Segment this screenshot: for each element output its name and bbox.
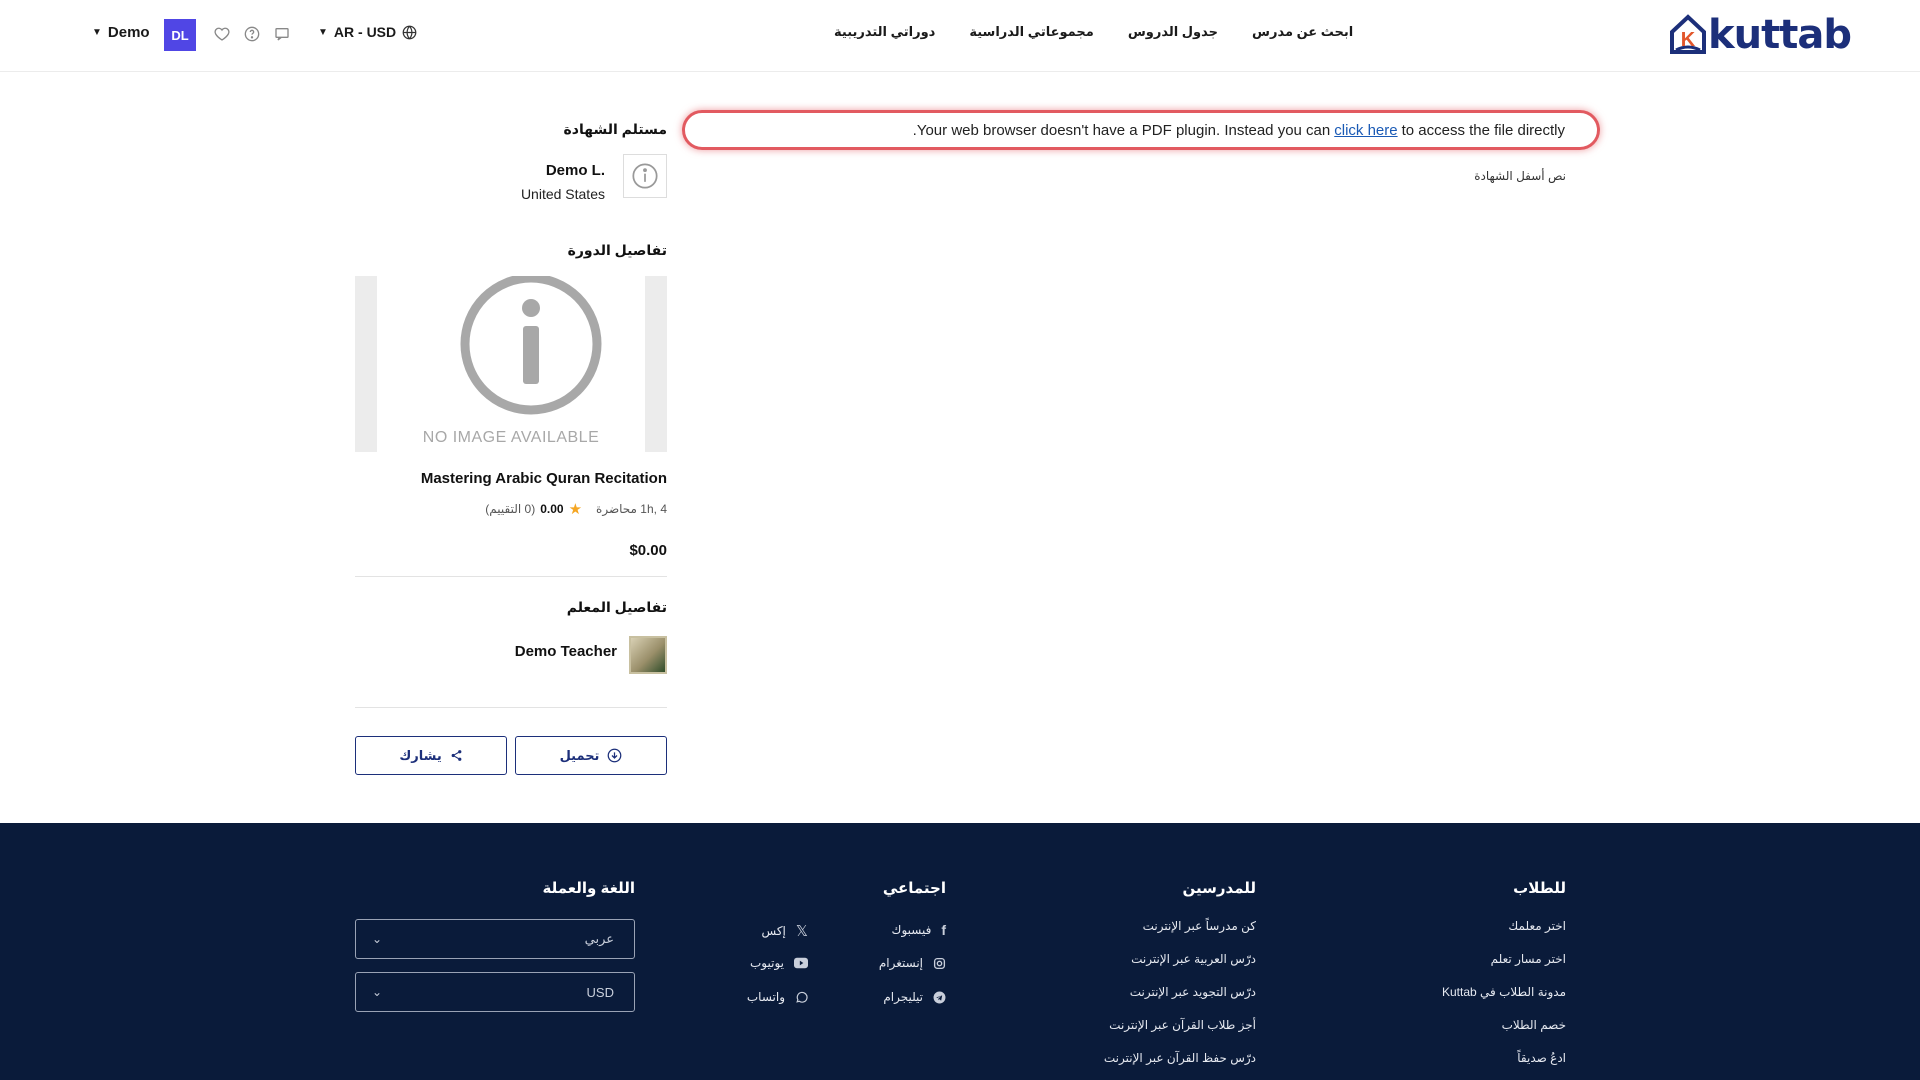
notice-text-after: to access the file directly <box>1401 121 1565 139</box>
footer-teachers-title: للمدرسين <box>1182 880 1256 897</box>
help-icon[interactable] <box>242 24 262 44</box>
nav-study-groups[interactable]: مجموعاتي الدراسية <box>969 24 1093 40</box>
footer-students-column: للطلاب اختر معلمك اختر مسار تعلم مدونة ا… <box>1266 823 1566 1080</box>
teacher-name[interactable]: Demo Teacher <box>515 643 617 660</box>
notice-text-before: .Your web browser doesn't have a PDF plu… <box>912 121 1331 139</box>
download-button[interactable]: تحميل <box>515 736 667 775</box>
logo-mark-icon: K <box>1670 14 1706 54</box>
pdf-plugin-notice: .Your web browser doesn't have a PDF plu… <box>682 110 1600 150</box>
course-title[interactable]: Mastering Arabic Quran Recitation <box>421 470 667 487</box>
footer-language-title: اللغة والعملة <box>542 880 635 897</box>
x-icon: 𝕏 <box>795 923 808 940</box>
telegram-icon <box>933 991 946 1003</box>
svg-text:K: K <box>1681 29 1696 51</box>
footer-link[interactable]: درّس العربية عبر الإنترنت <box>1104 952 1256 966</box>
social-instagram[interactable]: إنستغرام <box>879 956 946 970</box>
site-footer: للطلاب اختر معلمك اختر مسار تعلم مدونة ا… <box>0 823 1920 1080</box>
logo-text: kuttab <box>1708 12 1852 58</box>
course-section-title: تفاصيل الدورة <box>567 242 667 258</box>
click-here-link[interactable]: click here <box>1334 122 1397 139</box>
share-icon <box>451 750 462 761</box>
language-value: عربي <box>584 931 614 946</box>
social-telegram[interactable]: تيليجرام <box>883 990 946 1004</box>
recipient-section-title: مستلم الشهادة <box>563 121 667 137</box>
youtube-icon <box>794 957 808 969</box>
no-image-label: NO IMAGE AVAILABLE <box>422 429 600 446</box>
footer-teachers-links: كن مدرساً عبر الإنترنت درّس العربية عبر … <box>1104 919 1256 1080</box>
social-youtube[interactable]: يوتيوب <box>750 956 808 970</box>
user-name: Demo <box>107 24 150 41</box>
footer-link[interactable]: درّس حفظ القرآن عبر الإنترنت <box>1104 1051 1256 1065</box>
footer-link[interactable]: مدونة الطلاب في Kuttab <box>1442 985 1566 999</box>
recipient-name: Demo L. <box>545 162 605 179</box>
download-label: تحميل <box>559 747 600 763</box>
chevron-down-icon: ▼ <box>92 27 102 38</box>
heart-icon[interactable] <box>212 24 232 44</box>
teacher-avatar <box>629 636 667 674</box>
chevron-down-icon: ⌄ <box>372 932 383 946</box>
footer-students-links: اختر معلمك اختر مسار تعلم مدونة الطلاب ف… <box>1442 919 1566 1080</box>
star-icon: ★ <box>568 501 583 518</box>
chevron-down-icon: ▼ <box>318 26 328 38</box>
main-nav: ابحث عن مدرس جدول الدروس مجموعاتي الدراس… <box>834 24 1353 40</box>
recipient-avatar <box>623 154 667 198</box>
whatsapp-icon <box>796 991 808 1003</box>
footer-link[interactable]: اختر مسار تعلم <box>1442 952 1566 966</box>
language-select[interactable]: ⌄ عربي <box>355 919 635 959</box>
message-icon[interactable] <box>272 24 292 44</box>
rating-count: (0 التقييم) <box>485 502 536 516</box>
social-facebook[interactable]: f فيسبوك <box>892 922 946 938</box>
social-whatsapp[interactable]: واتساب <box>747 990 808 1004</box>
recipient-country: United States <box>520 186 605 202</box>
share-label: يشارك <box>399 747 442 763</box>
share-button[interactable]: يشارك <box>355 736 507 775</box>
nav-lesson-schedule[interactable]: جدول الدروس <box>1128 24 1218 40</box>
course-meta: 1h, 4 محاضرة ★ 0.00 (0 التقييم) <box>485 500 667 518</box>
instagram-icon <box>933 957 946 969</box>
footer-link[interactable]: خصم الطلاب <box>1442 1018 1566 1032</box>
divider <box>355 576 667 577</box>
footer-link[interactable]: درّس التجويد عبر الإنترنت <box>1104 985 1256 999</box>
certificate-footer-text: نص أسفل الشهادة <box>1474 169 1566 183</box>
course-price: $0.00 <box>629 542 667 559</box>
footer-social-column: اجتماعي f فيسبوك 𝕏 إكس إنستغرام يوتيوب ت… <box>700 823 946 1080</box>
footer-link[interactable]: اختر معلمك <box>1442 919 1566 933</box>
teacher-section-title: تفاصيل المعلم <box>566 599 667 615</box>
certificate-sidebar: مستلم الشهادة Demo L. United States تفاص… <box>355 0 667 800</box>
footer-social-title: اجتماعي <box>882 880 946 897</box>
nav-find-teacher[interactable]: ابحث عن مدرس <box>1252 24 1353 40</box>
user-menu[interactable]: ▼ Demo <box>92 24 150 41</box>
divider <box>355 707 667 708</box>
info-icon <box>460 276 602 415</box>
course-duration: 1h, 4 محاضرة <box>596 502 667 516</box>
rating-value: 0.00 <box>540 502 564 516</box>
social-x[interactable]: 𝕏 إكس <box>762 922 808 940</box>
download-cloud-icon <box>608 748 622 763</box>
facebook-icon: f <box>941 922 946 938</box>
currency-value: USD <box>586 984 614 1000</box>
site-header: ▼ Demo DL ▼ AR - USD ابحث عن مدرس جدول ا… <box>0 0 1920 72</box>
avatar[interactable]: DL <box>164 19 196 51</box>
footer-link[interactable]: ادعُ صديقاً <box>1442 1051 1566 1065</box>
nav-my-courses[interactable]: دوراتي التدريبية <box>834 24 935 40</box>
currency-select[interactable]: ⌄ USD <box>355 972 635 1012</box>
footer-students-title: للطلاب <box>1513 880 1566 897</box>
footer-link[interactable]: أجز طلاب القرآن عبر الإنترنت <box>1104 1018 1256 1032</box>
chevron-down-icon: ⌄ <box>372 985 383 999</box>
footer-link[interactable]: كن مدرساً عبر الإنترنت <box>1104 919 1256 933</box>
info-icon <box>632 163 658 189</box>
course-image-placeholder: NO IMAGE AVAILABLE <box>355 276 667 452</box>
footer-teachers-column: للمدرسين كن مدرساً عبر الإنترنت درّس الع… <box>956 823 1256 1080</box>
course-rating: ★ 0.00 (0 التقييم) <box>485 500 582 518</box>
course-image-frame: NO IMAGE AVAILABLE <box>377 276 645 452</box>
site-logo[interactable]: K kuttab <box>1668 12 1852 58</box>
